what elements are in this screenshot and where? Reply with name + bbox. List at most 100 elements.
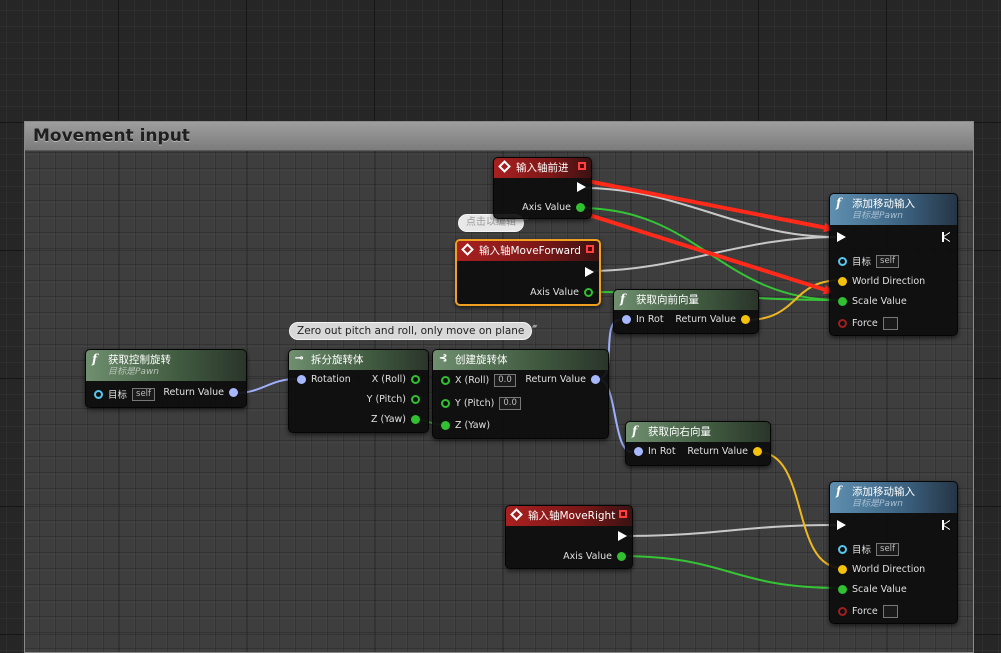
pin-exec-out[interactable]: [938, 520, 954, 530]
vector-pin-icon[interactable]: [753, 447, 762, 456]
pin-force[interactable]: Force: [833, 317, 898, 330]
float-pin-icon[interactable]: [441, 399, 450, 408]
pin-label: Axis Value: [522, 202, 571, 213]
node-input-axis-forward-cn[interactable]: 输入轴前进 Axis Value: [493, 157, 592, 219]
pin-world-direction[interactable]: World Direction: [833, 276, 925, 287]
rotator-pin-icon[interactable]: [591, 375, 600, 384]
rotator-pin-icon[interactable]: [229, 388, 238, 397]
float-pin-icon[interactable]: [411, 395, 420, 404]
exec-pin-icon[interactable]: [942, 520, 950, 530]
node-header[interactable]: f 获取控制旋转 目标是Pawn: [86, 350, 246, 381]
pin-world-direction[interactable]: World Direction: [833, 564, 925, 575]
node-header[interactable]: f 获取向右向量: [626, 422, 770, 442]
event-delegate-pin-icon[interactable]: [619, 510, 627, 518]
function-icon: f: [620, 292, 626, 306]
float-pin-icon[interactable]: [576, 203, 585, 212]
pin-exec-out[interactable]: [573, 182, 590, 192]
bool-pin-icon[interactable]: [838, 319, 847, 328]
pin-default-value[interactable]: 0.0: [499, 397, 521, 410]
pin-y-pitch[interactable]: Y (Pitch) 0.0: [436, 397, 521, 410]
pin-default-value[interactable]: self: [132, 387, 156, 401]
pin-scale-value[interactable]: Scale Value: [833, 296, 907, 307]
node-header[interactable]: ⊰ 创建旋转体: [433, 350, 608, 370]
node-add-movement-input-2[interactable]: f 添加移动输入 目标是Pawn 目标 self World Direction…: [829, 481, 958, 624]
rotator-pin-icon[interactable]: [634, 447, 643, 456]
pin-axis-value[interactable]: Axis Value: [530, 287, 598, 298]
vector-pin-icon[interactable]: [741, 315, 750, 324]
exec-pin-icon[interactable]: [577, 182, 586, 192]
pin-exec-out[interactable]: [581, 267, 598, 277]
rotator-pin-icon[interactable]: [622, 315, 631, 324]
event-delegate-pin-icon[interactable]: [578, 162, 586, 170]
float-pin-icon[interactable]: [441, 421, 450, 430]
pin-force[interactable]: Force: [833, 605, 898, 618]
pin-bubble-icon[interactable]: ▰: [532, 322, 537, 330]
exec-pin-icon[interactable]: [585, 267, 594, 277]
pin-return-value[interactable]: Return Value: [525, 374, 605, 385]
float-pin-icon[interactable]: [838, 585, 847, 594]
pin-rotation[interactable]: Rotation: [292, 374, 351, 385]
pin-scale-value[interactable]: Scale Value: [833, 584, 907, 595]
pin-target[interactable]: 目标 self: [833, 542, 900, 556]
pin-exec-out[interactable]: [938, 232, 954, 242]
force-checkbox[interactable]: [882, 605, 898, 618]
pin-target[interactable]: 目标 self: [89, 387, 156, 401]
node-header[interactable]: f 获取向前向量: [614, 290, 758, 310]
node-header[interactable]: ⊸ 拆分旋转体: [289, 350, 428, 370]
pin-default-value[interactable]: self: [876, 254, 900, 268]
comment-bubble-zero-out[interactable]: Zero out pitch and roll, only move on pl…: [289, 322, 537, 340]
float-pin-icon[interactable]: [411, 415, 420, 424]
pin-return-value[interactable]: Return Value: [163, 387, 243, 398]
float-pin-icon[interactable]: [617, 552, 626, 561]
node-make-rotator[interactable]: ⊰ 创建旋转体 X (Roll) 0.0 Y (Pitch) 0.0 Z (Ya…: [432, 349, 609, 439]
rotator-pin-icon[interactable]: [297, 375, 306, 384]
pin-z-yaw[interactable]: Z (Yaw): [436, 420, 490, 431]
exec-pin-icon[interactable]: [618, 531, 627, 541]
node-break-rotator[interactable]: ⊸ 拆分旋转体 Rotation X (Roll) Y (Pitch) Z (Y…: [288, 349, 429, 433]
pin-label: Y (Pitch): [366, 394, 406, 405]
exec-pin-icon[interactable]: [837, 520, 846, 530]
bool-pin-icon[interactable]: [838, 607, 847, 616]
node-input-axis-moveright[interactable]: 输入轴MoveRight Axis Value: [505, 505, 633, 569]
node-header[interactable]: f 添加移动输入 目标是Pawn: [830, 482, 957, 513]
node-add-movement-input-1[interactable]: f 添加移动输入 目标是Pawn 目标 self World Direction…: [829, 193, 958, 336]
exec-pin-icon[interactable]: [837, 232, 846, 242]
pin-x-roll[interactable]: X (Roll) 0.0: [436, 374, 516, 387]
exec-pin-icon[interactable]: [942, 232, 950, 242]
node-input-axis-moveforward[interactable]: 输入轴MoveForward Axis Value: [455, 239, 601, 306]
pin-return-value[interactable]: Return Value: [687, 446, 767, 457]
pin-label: Return Value: [525, 374, 586, 385]
vector-pin-icon[interactable]: [838, 565, 847, 574]
node-get-control-rotation[interactable]: f 获取控制旋转 目标是Pawn 目标 self Return Value: [85, 349, 247, 408]
node-header[interactable]: 输入轴MoveRight: [506, 506, 632, 526]
node-header[interactable]: 输入轴MoveForward: [457, 241, 599, 261]
object-pin-icon[interactable]: [838, 544, 847, 554]
pin-x-roll[interactable]: X (Roll): [372, 374, 425, 385]
node-header[interactable]: f 添加移动输入 目标是Pawn: [830, 194, 957, 225]
node-header[interactable]: 输入轴前进: [494, 158, 591, 178]
pin-axis-value[interactable]: Axis Value: [563, 551, 631, 562]
float-pin-icon[interactable]: [584, 288, 593, 297]
force-checkbox[interactable]: [882, 317, 898, 330]
float-pin-icon[interactable]: [838, 297, 847, 306]
vector-pin-icon[interactable]: [838, 277, 847, 286]
object-pin-icon[interactable]: [94, 389, 103, 399]
pin-axis-value[interactable]: Axis Value: [522, 202, 590, 213]
pin-default-value[interactable]: 0.0: [494, 374, 516, 387]
pin-exec-in[interactable]: [833, 520, 850, 530]
pin-z-yaw[interactable]: Z (Yaw): [371, 414, 425, 425]
event-delegate-pin-icon[interactable]: [586, 245, 594, 253]
pin-exec-in[interactable]: [833, 232, 850, 242]
pin-target[interactable]: 目标 self: [833, 254, 900, 268]
pin-exec-out[interactable]: [614, 531, 631, 541]
float-pin-icon[interactable]: [441, 376, 450, 385]
pin-return-value[interactable]: Return Value: [675, 314, 755, 325]
node-get-forward-vector[interactable]: f 获取向前向量 In Rot Return Value: [613, 289, 759, 334]
pin-in-rot[interactable]: In Rot: [617, 314, 664, 325]
node-get-right-vector[interactable]: f 获取向右向量 In Rot Return Value: [625, 421, 771, 466]
float-pin-icon[interactable]: [411, 375, 420, 384]
pin-y-pitch[interactable]: Y (Pitch): [367, 394, 425, 405]
pin-default-value[interactable]: self: [876, 542, 900, 556]
pin-in-rot[interactable]: In Rot: [629, 446, 676, 457]
object-pin-icon[interactable]: [838, 256, 847, 266]
